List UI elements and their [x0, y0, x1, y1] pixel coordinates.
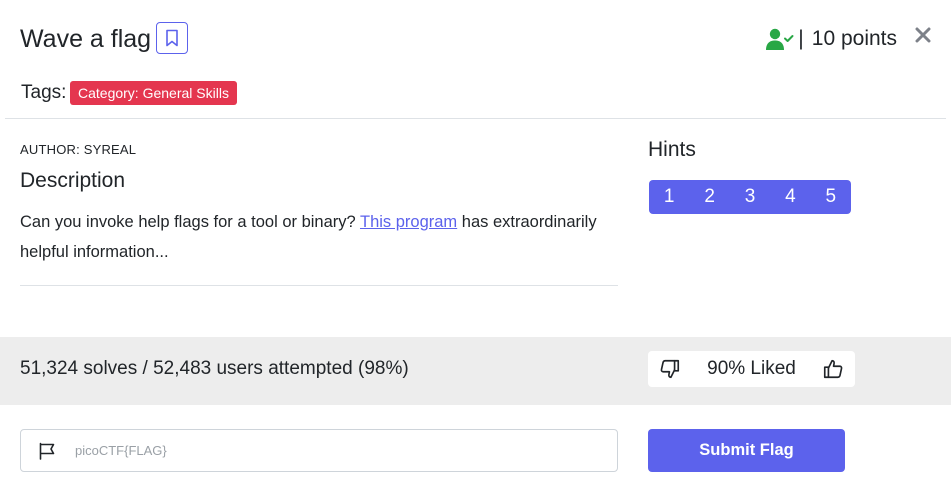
points-indicator: | 10 points	[766, 24, 897, 54]
flag-icon	[39, 442, 55, 460]
description-heading: Description	[20, 169, 126, 192]
dislike-button[interactable]	[648, 351, 692, 387]
hints-heading: Hints	[648, 138, 696, 161]
hint-button-1[interactable]: 1	[649, 180, 689, 214]
thumbs-down-icon	[660, 359, 680, 379]
rating-widget: 90% Liked	[648, 351, 855, 387]
author-label: AUTHOR: SYREAL	[20, 142, 137, 157]
description-text-start: Can you invoke help flags for a tool or …	[20, 213, 360, 231]
bookmark-icon	[166, 29, 178, 47]
tags-label: Tags:	[21, 82, 67, 103]
points-value: 10 points	[811, 27, 897, 50]
solves-stats: 51,324 solves / 52,483 users attempted (…	[20, 358, 409, 379]
description-text: Can you invoke help flags for a tool or …	[20, 207, 620, 267]
like-button[interactable]	[811, 351, 855, 387]
description-divider	[20, 285, 618, 286]
hint-button-4[interactable]: 4	[770, 180, 810, 214]
thumbs-up-icon	[823, 359, 843, 379]
user-check-icon	[766, 28, 794, 50]
flag-input-group	[20, 429, 618, 472]
challenge-title: Wave a flag	[20, 25, 152, 53]
points-separator: |	[798, 27, 804, 50]
liked-percentage: 90% Liked	[707, 358, 796, 379]
hint-button-2[interactable]: 2	[689, 180, 729, 214]
header-divider	[5, 118, 946, 119]
close-button[interactable]	[912, 24, 934, 46]
hint-button-5[interactable]: 5	[811, 180, 851, 214]
bookmark-button[interactable]	[156, 22, 188, 54]
flag-input[interactable]	[73, 442, 617, 459]
flag-input-addon	[21, 442, 73, 460]
submit-flag-button[interactable]: Submit Flag	[648, 429, 845, 472]
program-link[interactable]: This program	[360, 213, 457, 231]
category-badge[interactable]: Category: General Skills	[70, 81, 237, 105]
hints-button-group: 1 2 3 4 5	[649, 180, 851, 214]
hint-button-3[interactable]: 3	[730, 180, 770, 214]
close-icon	[915, 27, 931, 43]
